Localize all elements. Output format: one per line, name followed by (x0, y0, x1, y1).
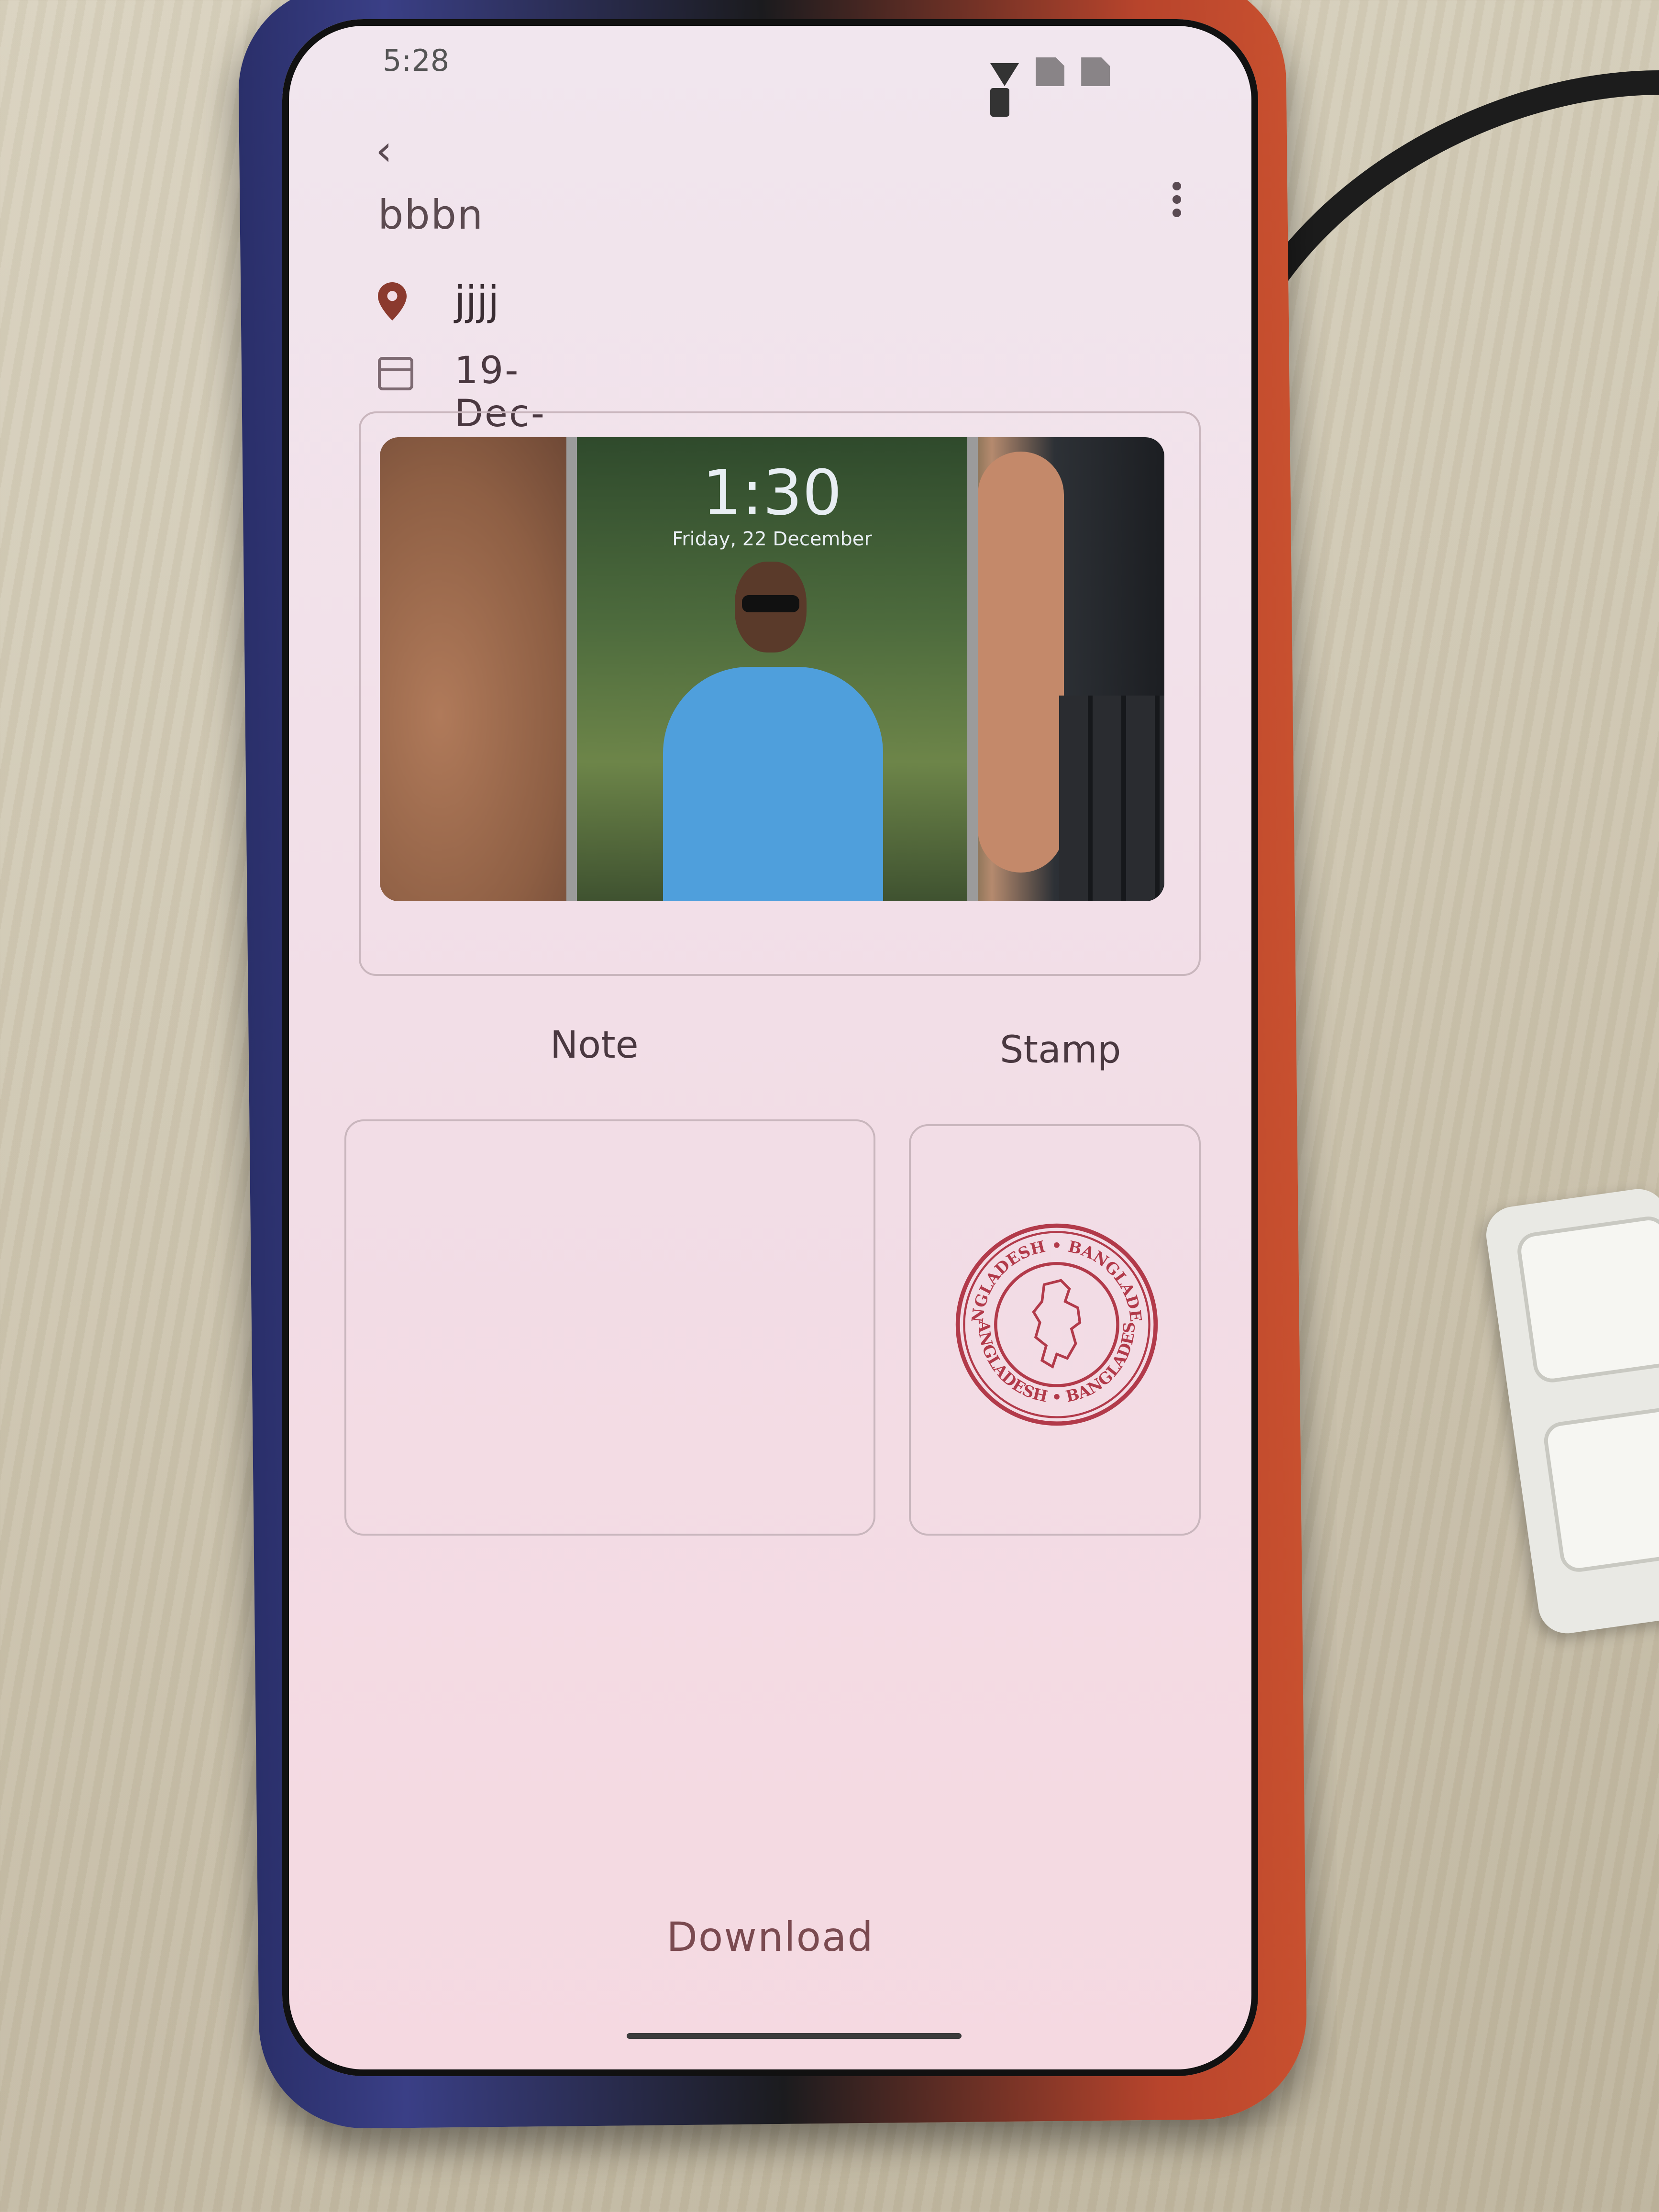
note-box[interactable] (344, 1119, 875, 1536)
photo-sunglasses (742, 595, 799, 612)
no-sim-icon (1081, 57, 1110, 86)
battery-charging-icon (990, 88, 1009, 117)
note-label: Note (550, 1024, 639, 1067)
photo-phone: 1:30 Friday, 22 December (566, 437, 978, 901)
status-time: 5:28 (383, 43, 450, 78)
photo-hand (380, 437, 581, 901)
attached-photo[interactable]: 1:30 Friday, 22 December (380, 437, 1164, 901)
bangladesh-stamp-seal: BANGLADESH • BANGLADESH BANGLADESH • BAN… (951, 1217, 1158, 1426)
home-indicator[interactable] (627, 2033, 962, 2039)
photo-person-body (663, 667, 883, 901)
more-options-icon[interactable] (1167, 177, 1186, 234)
photo-lockscreen-time: 1:30 (702, 456, 842, 529)
keyboard (1482, 1185, 1659, 1637)
stamp-box[interactable]: BANGLADESH • BANGLADESH BANGLADESH • BAN… (909, 1124, 1201, 1536)
photo-keyboard (1059, 696, 1164, 901)
phone-screen: 5:28 ‹ bbbn jjjj 19-Dec-2023 1:30 Friday… (282, 19, 1258, 2076)
photo-fingers (978, 452, 1064, 873)
keyboard-shift-key (1541, 1404, 1659, 1574)
calendar-icon (378, 357, 413, 390)
wifi-icon (990, 63, 1019, 86)
location-text: jjjj (454, 277, 499, 324)
stamp-label: Stamp (1000, 1029, 1121, 1072)
status-icons (976, 57, 1134, 117)
back-arrow-icon[interactable]: ‹ (376, 129, 419, 172)
download-button[interactable]: Download (282, 1913, 1258, 1960)
page-title: bbbn (378, 191, 484, 238)
location-pin-icon (378, 282, 407, 321)
photo-lockscreen-date: Friday, 22 December (672, 528, 872, 550)
photo-card: 1:30 Friday, 22 December (359, 411, 1201, 976)
keyboard-key (1515, 1214, 1659, 1385)
no-sim-icon (1036, 57, 1065, 86)
